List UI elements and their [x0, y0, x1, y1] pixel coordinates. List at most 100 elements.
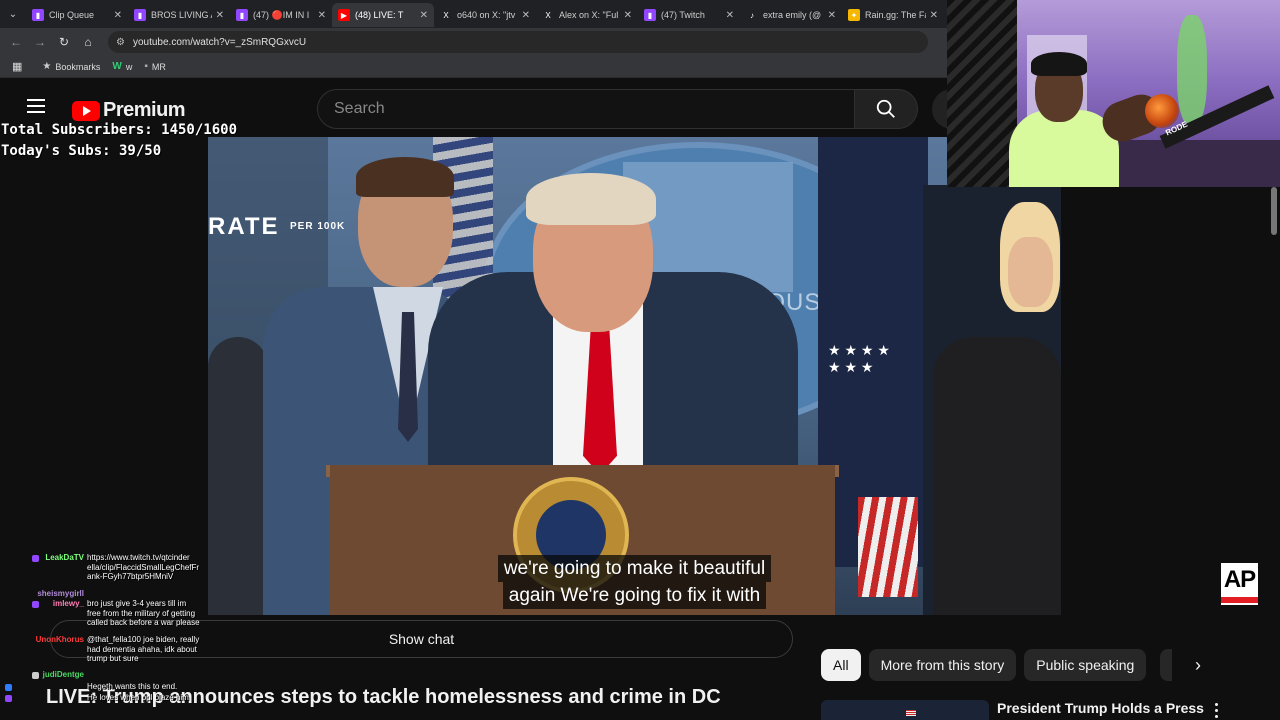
webcam-desk [1097, 140, 1280, 187]
search-button[interactable] [854, 89, 918, 129]
speaker-hair [526, 173, 656, 225]
youtube-icon: ▶ [338, 9, 350, 21]
site-settings-icon[interactable]: ⚙ [116, 37, 125, 48]
tab-label: Clip Queue [49, 10, 95, 20]
x-icon: X [443, 10, 449, 20]
tab-label: o640 on X: "jtv [457, 10, 516, 20]
recommendation-thumbnail[interactable] [821, 700, 989, 720]
tab-label: (48) LIVE: T [355, 10, 404, 20]
folder-icon: ▪ [144, 61, 148, 72]
filter-chip[interactable]: Public speaking [1024, 649, 1147, 681]
chat-text: bro just give 3-4 years till im free fro… [87, 599, 200, 627]
close-tab-icon[interactable]: ✕ [828, 10, 836, 21]
bookmark-mr[interactable]: ▪ MR [144, 61, 166, 72]
more-options-icon[interactable] [1210, 700, 1222, 720]
tab-label: Alex on X: "Ful [559, 10, 619, 20]
ap-logo-text: AP [1223, 566, 1256, 593]
search-icon [876, 99, 895, 118]
chat-badge-icon [32, 672, 39, 679]
chat-badge-icon [5, 684, 12, 691]
chat-username[interactable]: imlewy_ [53, 599, 84, 609]
streamer-hair [1031, 52, 1087, 76]
tab-label: BROS LIVING A [151, 10, 212, 20]
browser-tab[interactable]: ▶ (48) LIVE: T ✕ [332, 3, 434, 27]
acoustic-foam [947, 0, 1017, 187]
man-left-hair [356, 157, 454, 197]
address-bar[interactable]: ⚙ youtube.com/watch?v=_zSmRQGxvcU [108, 31, 928, 53]
logo-text: Premium [103, 99, 186, 121]
bookmark-label: w [125, 61, 133, 72]
youtube-premium-logo[interactable]: Premium [72, 99, 186, 122]
closed-captions: we're going to make it beautiful again W… [478, 555, 791, 609]
tiktok-icon: ♪ [750, 10, 754, 20]
ap-logo: AP [1221, 563, 1258, 605]
chat-username[interactable]: sheismygirll [37, 589, 84, 599]
browser-tab[interactable]: ♪ extra emily (@ ✕ [740, 3, 842, 27]
close-tab-icon[interactable]: ✕ [624, 10, 632, 21]
filter-chip[interactable]: All [821, 649, 861, 681]
browser-tab[interactable]: ▮ (47) Twitch ✕ [638, 3, 740, 27]
back-icon[interactable]: ← [4, 35, 28, 49]
close-tab-icon[interactable]: ✕ [216, 10, 224, 21]
close-tab-icon[interactable]: ✕ [726, 10, 734, 21]
flag-stripes [858, 497, 918, 597]
close-tab-icon[interactable]: ✕ [420, 10, 428, 21]
browser-toolbar: ← → ↻ ⌂ ⚙ youtube.com/watch?v=_zSmRQGxvc… [0, 28, 948, 56]
video-player[interactable]: RATE PER 100K HOUSE ★ ★ ★ ★ ★ ★ ★ we're g… [208, 137, 1061, 615]
home-icon[interactable]: ⌂ [76, 35, 100, 49]
tab-search-dropdown-icon[interactable]: ⌄ [0, 0, 26, 28]
bookmark-bookmarks[interactable]: ★ Bookmarks [42, 61, 100, 72]
close-tab-icon[interactable]: ✕ [114, 10, 122, 21]
x-icon: X [545, 10, 551, 20]
search-input[interactable] [334, 100, 854, 118]
todays-subs: Today's Subs: 39/50 [1, 143, 162, 159]
recommendation-title[interactable]: President Trump Holds a Press [997, 700, 1204, 716]
chat-badge-icon [32, 601, 39, 608]
chat-text: @that_fella100 joe biden, really had dem… [87, 635, 200, 663]
youtube-play-icon [72, 100, 100, 121]
basketball-lamp [1145, 94, 1179, 128]
browser-tab[interactable]: ▮ Clip Queue ✕ [26, 3, 128, 27]
filter-chip[interactable]: More from this story [868, 649, 1017, 681]
chat-badge-icon [32, 555, 39, 562]
twitch-icon: ▮ [32, 9, 44, 21]
stream-chat-overlay: LeakDaTV https://www.twitch.tv/qtcinder e… [0, 553, 218, 720]
chat-username[interactable]: judiDentge [43, 670, 84, 680]
browser-tab[interactable]: Xo640 on X: "jtv ✕ [434, 3, 536, 27]
woman-right-face [1008, 237, 1053, 307]
bookmark-w[interactable]: W w [112, 61, 132, 72]
browser-tab[interactable]: X Alex on X: "Ful ✕ [536, 3, 638, 27]
chevron-right-icon[interactable]: › [1186, 653, 1210, 677]
chat-text: https://www.twitch.tv/qtcinder ella/clip… [87, 553, 200, 581]
forward-icon[interactable]: → [28, 35, 52, 49]
tab-label: Rain.gg: The Fa [865, 10, 926, 20]
chat-username[interactable]: UnonKhorus [36, 635, 84, 645]
filter-chips: All More from this story Public speaking [821, 649, 1154, 681]
chat-text: Hegeth wants this to end. [87, 682, 178, 691]
w-icon: W [112, 61, 122, 72]
wall-per100k-text: PER 100K [290, 221, 346, 232]
apps-icon[interactable]: ▦ [12, 60, 26, 73]
bookmark-label: MR [151, 61, 166, 72]
tab-label: (47) 🔴IM IN I [253, 9, 310, 20]
menu-icon[interactable] [27, 99, 45, 113]
search-box [317, 89, 855, 129]
browser-tab[interactable]: ✦ Rain.gg: The Fa ✕ [842, 3, 944, 27]
tab-label: (47) Twitch [661, 10, 705, 20]
woman-right-body [933, 337, 1061, 615]
close-tab-icon[interactable]: ✕ [522, 10, 530, 21]
caption-line: we're going to make it beautiful [497, 555, 772, 582]
chat-username[interactable]: LeakDaTV [45, 553, 84, 563]
browser-tab[interactable]: ▮ (47) 🔴IM IN I ✕ [230, 3, 332, 27]
reload-icon[interactable]: ↻ [52, 35, 76, 49]
star-icon: ★ [42, 61, 52, 72]
close-tab-icon[interactable]: ✕ [930, 10, 938, 21]
flag-stars: ★ ★ ★ ★ ★ ★ ★ [828, 342, 890, 375]
bookmark-label: Bookmarks [55, 61, 101, 72]
close-tab-icon[interactable]: ✕ [318, 10, 326, 21]
browser-tab[interactable]: ▮ BROS LIVING A ✕ [128, 3, 230, 27]
chip-partial[interactable] [1160, 649, 1172, 681]
secondary-column [1061, 187, 1280, 617]
rain-icon: ✦ [848, 9, 860, 21]
page-scrollbar[interactable] [1271, 187, 1277, 235]
